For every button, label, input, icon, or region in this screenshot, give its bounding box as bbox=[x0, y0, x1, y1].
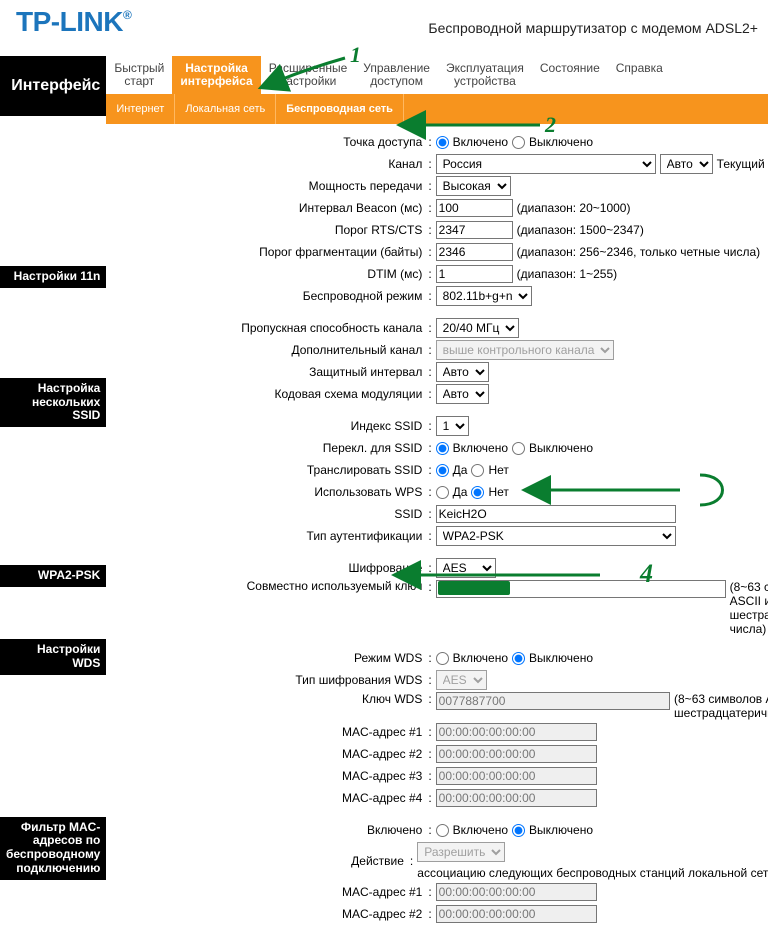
ssid-sw-off[interactable] bbox=[512, 442, 525, 455]
mode-select[interactable]: 802.11b+g+n bbox=[436, 286, 532, 306]
ssid-idx-select[interactable]: 1 bbox=[436, 416, 469, 436]
brand-logo: TP-LINK® bbox=[10, 6, 131, 38]
mcs-label: Кодовая схема модуляции bbox=[106, 387, 428, 401]
wps-no[interactable] bbox=[471, 486, 484, 499]
filter-on[interactable] bbox=[436, 824, 449, 837]
dtim-label: DTIM (мс) bbox=[106, 267, 428, 281]
mac1-label: MAC-адрес #1 bbox=[106, 725, 428, 739]
filter-off[interactable] bbox=[512, 824, 525, 837]
action-hint: ассоциацию следующих беспроводных станци… bbox=[417, 866, 768, 880]
mac3-label: MAC-адрес #3 bbox=[106, 769, 428, 783]
broadcast-label: Транслировать SSID bbox=[106, 463, 428, 477]
gi-select[interactable]: Авто bbox=[436, 362, 489, 382]
dtim-input[interactable] bbox=[436, 265, 513, 283]
broadcast-no[interactable] bbox=[471, 464, 484, 477]
ap-off-text: Выключено bbox=[529, 135, 593, 149]
subtab-lan[interactable]: Локальная сеть bbox=[175, 94, 276, 124]
ap-on-text: Включено bbox=[453, 135, 508, 149]
mode-label: Беспроводной режим bbox=[106, 289, 428, 303]
broadcast-yes[interactable] bbox=[436, 464, 449, 477]
tab-help[interactable]: Справка bbox=[608, 56, 671, 94]
frag-label: Порог фрагментации (байты) bbox=[106, 245, 428, 259]
page-subtitle: Беспроводной маршрутизатор с модемом ADS… bbox=[428, 20, 758, 38]
wds-mac1 bbox=[436, 723, 597, 741]
tab-quick-start[interactable]: Быстрый старт bbox=[106, 56, 172, 94]
wds-off[interactable] bbox=[512, 652, 525, 665]
subtab-wireless[interactable]: Беспроводная сеть bbox=[276, 94, 404, 124]
txpower-select[interactable]: Высокая bbox=[436, 176, 511, 196]
frag-hint: (диапазон: 256~2346, только четные числа… bbox=[517, 245, 760, 259]
bw-label: Пропускная способность канала bbox=[106, 322, 428, 335]
mac4-label: MAC-адрес #4 bbox=[106, 791, 428, 805]
section-11n: Настройки 11n bbox=[0, 266, 106, 288]
ap-on-radio[interactable] bbox=[436, 136, 449, 149]
tab-advanced[interactable]: Расширенные настройки bbox=[261, 56, 356, 94]
section-wds: Настройки WDS bbox=[0, 639, 106, 675]
frag-input[interactable] bbox=[436, 243, 513, 261]
wds-key-label: Ключ WDS bbox=[106, 692, 428, 706]
ext-label: Дополнительный канал bbox=[106, 343, 428, 357]
section-multi-ssid: Настройка нескольких SSID bbox=[0, 378, 106, 427]
enc-select[interactable]: AES bbox=[436, 558, 496, 578]
gi-label: Защитный интервал bbox=[106, 365, 428, 379]
wds-mac3 bbox=[436, 767, 597, 785]
psk-hint: (8~63 символов ASCII или 64 шестрадцатер… bbox=[730, 580, 768, 636]
filter-en-label: Включено bbox=[106, 823, 428, 837]
tab-access[interactable]: Управление доступом bbox=[355, 56, 438, 94]
action-label: Действие bbox=[106, 854, 410, 868]
beacon-label: Интервал Beacon (мс) bbox=[106, 201, 428, 215]
rts-label: Порог RTS/CTS bbox=[106, 223, 428, 237]
ssid-label: SSID bbox=[106, 507, 428, 521]
txpower-label: Мощность передачи bbox=[106, 179, 428, 193]
wds-mode-label: Режим WDS bbox=[106, 651, 428, 665]
psk-redaction bbox=[438, 581, 510, 595]
wds-enc-select: AES bbox=[436, 670, 487, 690]
ssid-sw-on[interactable] bbox=[436, 442, 449, 455]
wps-yes[interactable] bbox=[436, 486, 449, 499]
wds-key-hint: (8~63 символов ASCII или 64 шестрадцатер… bbox=[674, 692, 768, 720]
tab-interface-setup[interactable]: Настройка интерфейса bbox=[172, 56, 260, 94]
channel-auto-select[interactable]: Авто bbox=[660, 154, 713, 174]
bw-select[interactable]: 20/40 МГц bbox=[436, 318, 519, 338]
auth-label: Тип аутентификации bbox=[106, 529, 428, 543]
sub-tabs: Интернет Локальная сеть Беспроводная сет… bbox=[106, 94, 768, 124]
sidebar-title: Интерфейс bbox=[0, 56, 106, 116]
mcs-select[interactable]: Авто bbox=[436, 384, 489, 404]
psk-label: Совместно используемый ключ bbox=[106, 580, 428, 593]
tab-status[interactable]: Состояние bbox=[532, 56, 608, 94]
rts-input[interactable] bbox=[436, 221, 513, 239]
wds-mac2 bbox=[436, 745, 597, 763]
current-channel-label: Текущий канал: bbox=[717, 157, 768, 171]
section-mac-filter: Фильтр MAC-адресов по беспроводному подк… bbox=[0, 817, 106, 880]
section-wpa2psk: WPA2-PSK bbox=[0, 565, 106, 587]
action-select: Разрешить bbox=[417, 842, 505, 862]
beacon-hint: (диапазон: 20~1000) bbox=[517, 201, 631, 215]
filter-mac1 bbox=[436, 883, 597, 901]
mac2-label: MAC-адрес #2 bbox=[106, 747, 428, 761]
ap-label: Точка доступа bbox=[106, 135, 428, 149]
dtim-hint: (диапазон: 1~255) bbox=[517, 267, 617, 281]
ssid-sw-label: Перекл. для SSID bbox=[106, 441, 428, 455]
filter-mac1-label: MAC-адрес #1 bbox=[106, 885, 428, 899]
top-tabs: Быстрый старт Настройка интерфейса Расши… bbox=[106, 56, 768, 94]
ext-select: выше контрольного канала bbox=[436, 340, 614, 360]
beacon-input[interactable] bbox=[436, 199, 513, 217]
enc-label: Шифрование bbox=[106, 561, 428, 575]
channel-label: Канал bbox=[106, 157, 428, 171]
channel-country-select[interactable]: Россия bbox=[436, 154, 656, 174]
filter-mac2-label: MAC-адрес #2 bbox=[106, 907, 428, 921]
rts-hint: (диапазон: 1500~2347) bbox=[517, 223, 644, 237]
subtab-internet[interactable]: Интернет bbox=[106, 94, 175, 124]
ssid-input[interactable] bbox=[436, 505, 676, 523]
wds-mac4 bbox=[436, 789, 597, 807]
tab-maintenance[interactable]: Эксплуатация устройства bbox=[438, 56, 532, 94]
wds-key-input bbox=[436, 692, 670, 710]
wps-label: Использовать WPS bbox=[106, 485, 428, 499]
ssid-idx-label: Индекс SSID bbox=[106, 419, 428, 433]
filter-mac2 bbox=[436, 905, 597, 923]
auth-select[interactable]: WPA2-PSK bbox=[436, 526, 676, 546]
ap-off-radio[interactable] bbox=[512, 136, 525, 149]
wds-on[interactable] bbox=[436, 652, 449, 665]
wds-enc-label: Тип шифрования WDS bbox=[106, 673, 428, 687]
